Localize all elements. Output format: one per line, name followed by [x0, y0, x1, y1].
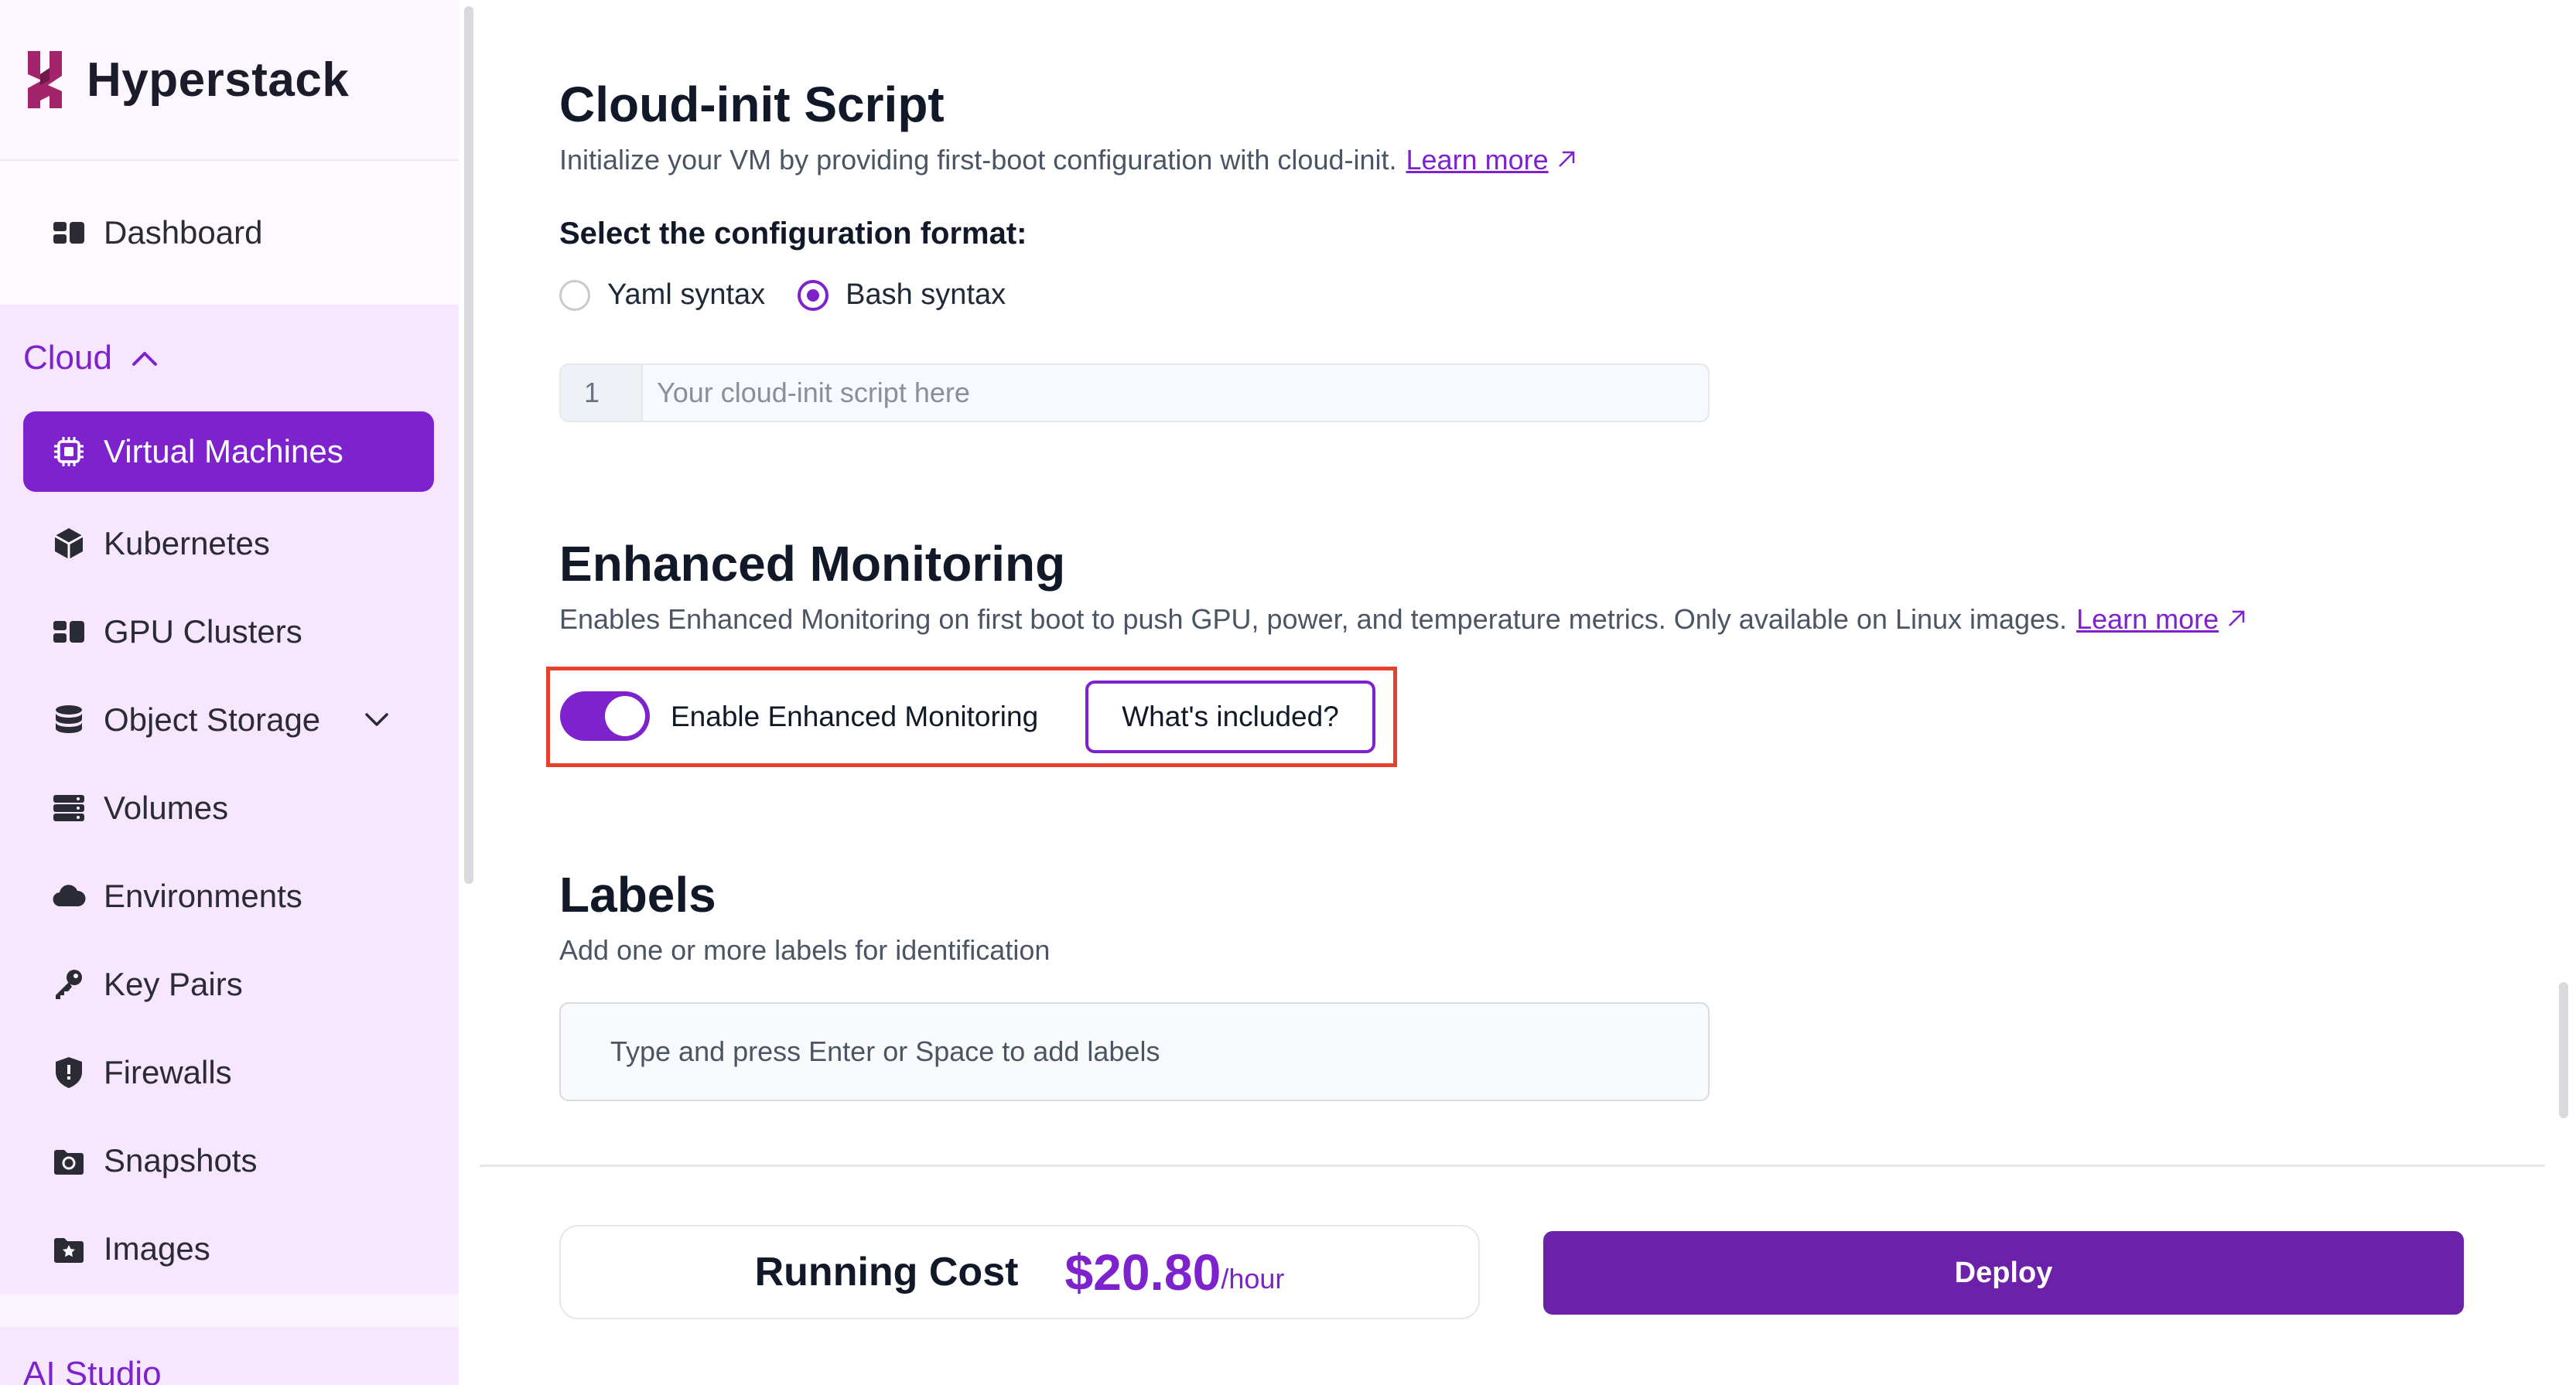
ai-studio-section-toggle[interactable]: AI Studio — [0, 1327, 459, 1385]
chip-icon — [51, 434, 87, 469]
sidebar-item-key-pairs[interactable]: Key Pairs — [0, 940, 434, 1029]
sidebar-scrollbar[interactable] — [464, 6, 473, 884]
server-icon — [51, 790, 87, 826]
sidebar-item-environments[interactable]: Environments — [0, 852, 434, 940]
bash-syntax-label[interactable]: Bash syntax — [846, 278, 1006, 312]
shield-icon — [51, 1055, 87, 1090]
chevron-up-icon — [132, 352, 157, 366]
sidebar-item-label: GPU Clusters — [104, 613, 302, 650]
sidebar-item-images[interactable]: Images — [0, 1205, 434, 1293]
sidebar-item-label: Volumes — [104, 790, 229, 826]
cloud-init-description-text: Initialize your VM by providing first-bo… — [559, 144, 1397, 176]
grid-icon — [51, 614, 87, 650]
labels-input[interactable]: Type and press Enter or Space to add lab… — [559, 1002, 1710, 1101]
enhanced-monitoring-learn-more-link[interactable]: Learn more — [2076, 603, 2250, 635]
sidebar-item-volumes[interactable]: Volumes — [0, 764, 434, 852]
sidebar-item-kubernetes[interactable]: Kubernetes — [0, 500, 434, 588]
running-cost-value: $20.80 — [1064, 1243, 1221, 1301]
key-icon — [51, 967, 87, 1002]
sidebar-item-label: Object Storage — [104, 701, 321, 738]
ai-studio-section-title: AI Studio — [23, 1355, 162, 1385]
cloud-icon — [51, 878, 87, 914]
enhanced-monitoring-description-text: Enables Enhanced Monitoring on first boo… — [559, 603, 2068, 635]
cloud-init-script-editor[interactable]: 1 Your cloud-init script here — [559, 363, 1710, 422]
cloud-section-title: Cloud — [23, 339, 112, 377]
brand-header[interactable]: Hyperstack — [0, 0, 459, 161]
sidebar-item-virtual-machines[interactable]: Virtual Machines — [23, 411, 434, 492]
sidebar-item-label: Kubernetes — [104, 525, 270, 561]
hyperstack-logo-icon — [28, 51, 62, 108]
config-format-label: Select the configuration format: — [559, 217, 1027, 251]
labels-description: Add one or more labels for identificatio… — [559, 934, 1051, 966]
yaml-syntax-radio[interactable] — [559, 279, 590, 311]
brand-name: Hyperstack — [87, 53, 350, 107]
config-format-radio-group: Yaml syntax Bash syntax — [559, 278, 1038, 312]
sidebar-item-object-storage[interactable]: Object Storage — [0, 676, 434, 764]
sidebar-item-label: Dashboard — [104, 214, 263, 251]
image-icon — [51, 1231, 87, 1267]
cloud-init-title: Cloud-init Script — [559, 77, 945, 132]
running-cost-unit: /hour — [1221, 1263, 1285, 1295]
learn-more-label: Learn more — [2076, 603, 2219, 635]
bash-syntax-radio[interactable] — [798, 279, 829, 311]
sidebar: Hyperstack Dashboard Cloud Virtual Machi… — [0, 0, 459, 1385]
learn-more-label: Learn more — [1406, 144, 1549, 176]
database-icon — [51, 702, 87, 738]
cloud-init-description: Initialize your VM by providing first-bo… — [559, 144, 1580, 176]
whats-included-button[interactable]: What's included? — [1085, 681, 1375, 753]
main-scrollbar[interactable] — [2559, 982, 2568, 1118]
enhanced-monitoring-description: Enables Enhanced Monitoring on first boo… — [559, 603, 2250, 636]
cloud-section: Cloud Virtual Machines Kubernetes GPU Cl… — [0, 305, 459, 1295]
sidebar-item-dashboard[interactable]: Dashboard — [0, 161, 459, 305]
enhanced-monitoring-toggle[interactable] — [560, 691, 650, 741]
dashboard-icon — [51, 215, 87, 251]
main-content: Cloud-init Script Initialize your VM by … — [480, 0, 2561, 1385]
footer-divider — [480, 1165, 2545, 1167]
enhanced-monitoring-toggle-label[interactable]: Enable Enhanced Monitoring — [671, 701, 1038, 733]
line-number-gutter: 1 — [561, 365, 643, 421]
sidebar-item-snapshots[interactable]: Snapshots — [0, 1117, 434, 1205]
sidebar-item-label: Environments — [104, 878, 302, 914]
sidebar-item-label: Images — [104, 1230, 210, 1267]
chevron-down-icon[interactable] — [360, 703, 393, 735]
cube-icon — [51, 526, 87, 561]
enhanced-monitoring-title: Enhanced Monitoring — [559, 536, 1066, 592]
sidebar-item-label: Key Pairs — [104, 966, 243, 1002]
deploy-button[interactable]: Deploy — [1543, 1231, 2464, 1315]
running-cost-label: Running Cost — [754, 1250, 1019, 1295]
sidebar-item-label: Snapshots — [104, 1142, 258, 1179]
sidebar-item-gpu-clusters[interactable]: GPU Clusters — [0, 588, 434, 676]
yaml-syntax-label[interactable]: Yaml syntax — [607, 278, 765, 312]
sidebar-item-firewalls[interactable]: Firewalls — [0, 1029, 434, 1117]
cloud-init-script-placeholder: Your cloud-init script here — [657, 377, 970, 408]
labels-title: Labels — [559, 867, 716, 923]
running-cost-panel: Running Cost $20.80 /hour — [559, 1225, 1480, 1319]
snapshot-icon — [51, 1143, 87, 1179]
external-link-icon — [2229, 610, 2245, 626]
cloud-section-toggle[interactable]: Cloud — [0, 305, 459, 411]
sidebar-item-label: Firewalls — [104, 1054, 232, 1090]
sidebar-item-label: Virtual Machines — [104, 433, 343, 469]
cloud-init-learn-more-link[interactable]: Learn more — [1406, 144, 1580, 176]
external-link-icon — [1558, 151, 1574, 167]
